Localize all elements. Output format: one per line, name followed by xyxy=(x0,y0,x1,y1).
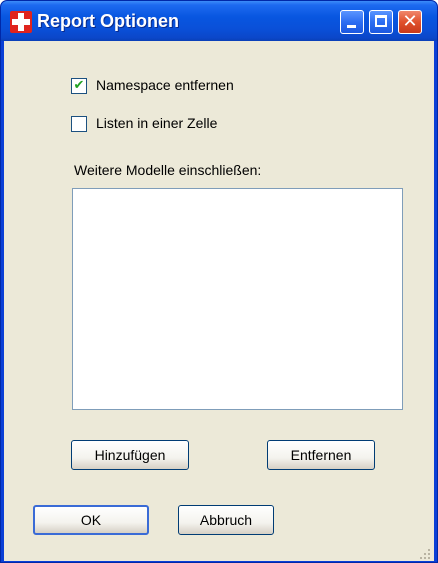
dialog-client-area: ✔ Namespace entfernen Listen in einer Ze… xyxy=(4,41,434,561)
minimize-icon xyxy=(347,25,356,28)
add-button[interactable]: Hinzufügen xyxy=(71,440,189,470)
remove-button[interactable]: Entfernen xyxy=(267,440,375,470)
maximize-icon xyxy=(375,15,387,27)
cancel-button[interactable]: Abbruch xyxy=(178,505,274,535)
checkmark-icon: ✔ xyxy=(73,78,85,93)
lists-checkbox-label[interactable]: Listen in einer Zelle xyxy=(96,114,217,132)
resize-grip[interactable] xyxy=(420,549,430,559)
namespace-checkbox-label[interactable]: Namespace entfernen xyxy=(96,76,234,94)
maximize-button[interactable] xyxy=(369,10,393,34)
title-bar[interactable]: Report Optionen ✕ xyxy=(1,1,437,41)
namespace-checkbox[interactable]: ✔ xyxy=(71,78,87,94)
dialog-window: Report Optionen ✕ ✔ Namespace entfernen … xyxy=(0,0,438,563)
window-title: Report Optionen xyxy=(37,11,179,31)
models-label: Weitere Modelle einschließen: xyxy=(74,162,262,178)
close-button[interactable]: ✕ xyxy=(398,10,422,34)
red-cross-icon xyxy=(10,11,32,33)
models-listbox[interactable] xyxy=(72,188,403,410)
minimize-button[interactable] xyxy=(340,10,364,34)
lists-checkbox[interactable] xyxy=(71,116,87,132)
close-icon: ✕ xyxy=(402,11,418,32)
ok-button[interactable]: OK xyxy=(33,505,149,535)
